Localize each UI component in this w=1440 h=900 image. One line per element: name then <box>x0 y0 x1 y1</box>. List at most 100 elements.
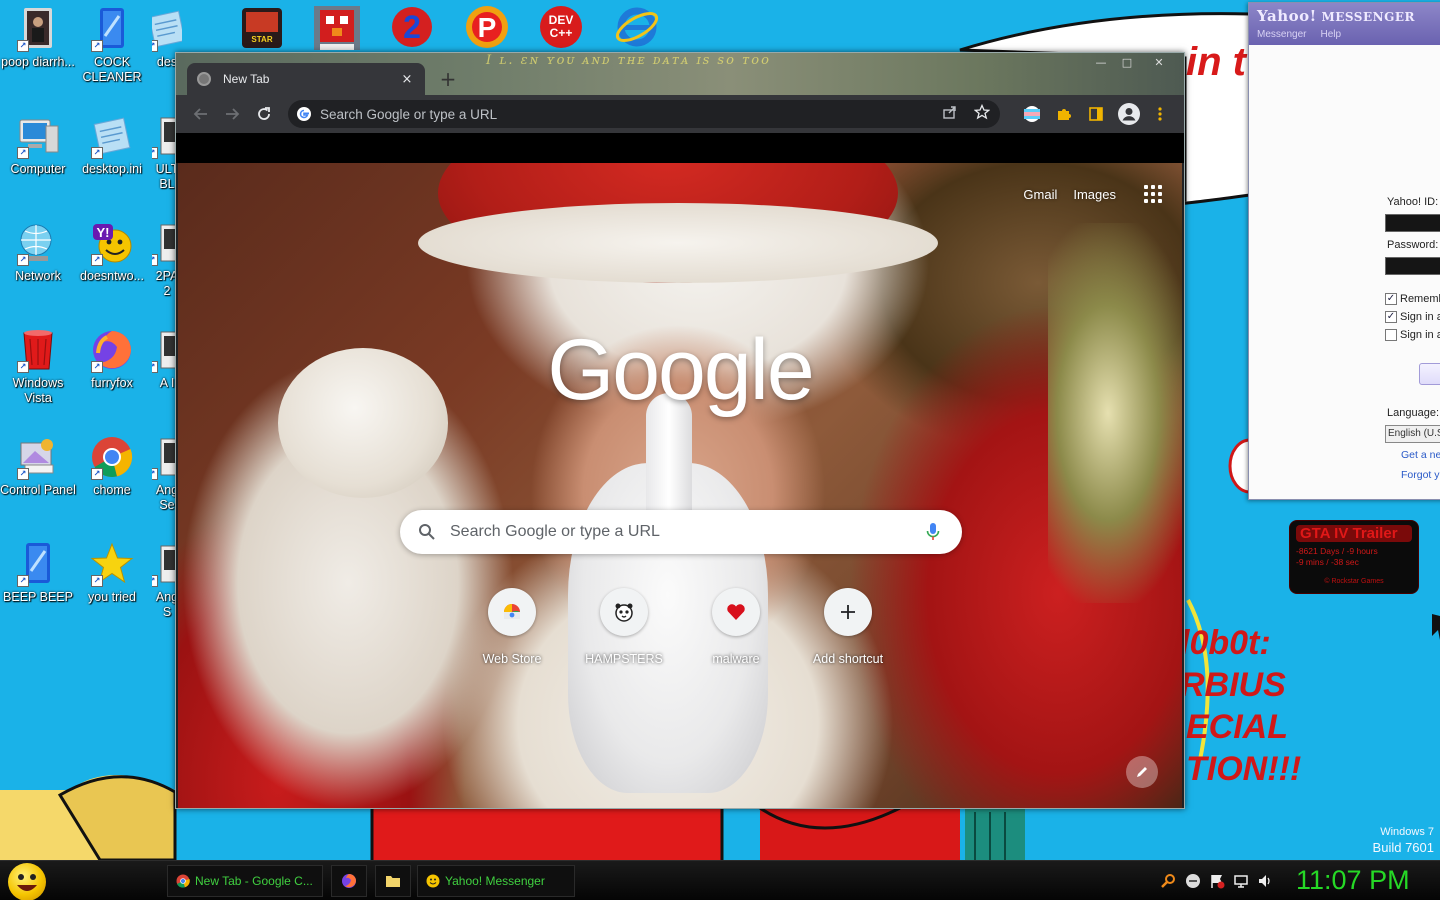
gmail-link[interactable]: Gmail <box>1023 187 1057 202</box>
forgot-password-link[interactable]: Forgot y <box>1401 469 1440 481</box>
desktop-icon[interactable]: ↗ you tried <box>74 541 150 605</box>
desktop-icon[interactable]: ↗ BEEP BEEP <box>0 541 76 605</box>
letter-p-icon[interactable]: P <box>464 4 510 50</box>
yahoo-menu-help[interactable]: Help <box>1320 29 1341 40</box>
yahoo-id-input[interactable] <box>1385 214 1440 232</box>
cleaner-icon: ↗ <box>15 541 61 587</box>
tray-action-center-flag-icon[interactable] <box>1209 873 1225 889</box>
close-button[interactable]: ✕ <box>1146 53 1172 71</box>
desktop-icon[interactable]: ↗ chome <box>74 434 150 498</box>
new-tab-page: Gmail Images Google Web Store <box>178 163 1182 808</box>
shortcut-arrow-icon: ↗ <box>91 254 103 266</box>
bookmark-star-icon[interactable] <box>973 103 994 124</box>
taskbar-item-explorer[interactable] <box>375 865 411 897</box>
chrome-title-bar[interactable]: I ʟ. ɛɴ ʏᴏᴜ ᴀɴᴅ ᴛʜᴇ ᴅᴀᴛᴀ ɪs sᴏ ᴛᴏᴏ New T… <box>176 53 1184 95</box>
images-link[interactable]: Images <box>1073 187 1116 202</box>
minimize-button[interactable]: — <box>1088 53 1114 71</box>
taskbar-clock[interactable]: 11:07 PM <box>1296 865 1410 896</box>
omnibox-input[interactable] <box>320 106 942 122</box>
ntp-search-input[interactable] <box>450 523 926 541</box>
shortcut-hampsters[interactable]: HAMPSTERS <box>568 588 680 666</box>
chrome-toolbar <box>176 95 1184 133</box>
plus-icon <box>824 588 872 636</box>
desktop-icon-label: chome <box>93 483 131 497</box>
reload-icon[interactable] <box>254 104 274 124</box>
elmo-icon[interactable] <box>312 4 362 50</box>
apps-grid-icon[interactable] <box>1144 185 1162 203</box>
gta-countdown-line-2: -9 mins / -38 sec <box>1296 557 1359 567</box>
new-tab-button[interactable]: + <box>438 67 458 91</box>
book-figure-icon: ↗ <box>15 6 61 52</box>
shortcut-arrow-icon: ↗ <box>152 468 158 480</box>
number-2-icon[interactable]: 2 <box>390 4 436 50</box>
shortcut-arrow-icon: ↗ <box>91 361 103 373</box>
chrome-window[interactable]: I ʟ. ɛɴ ʏᴏᴜ ᴀɴᴅ ᴛʜᴇ ᴅᴀᴛᴀ ɪs sᴏ ᴛᴏᴏ New T… <box>175 52 1185 809</box>
desktop-icon-label: you tried <box>88 590 136 604</box>
signin-auto-checkbox[interactable]: ✓ Sign in a <box>1385 311 1440 323</box>
desktop-icon[interactable]: ↗ Computer <box>0 113 76 177</box>
extension-flag-icon[interactable] <box>1022 104 1042 124</box>
get-new-id-link[interactable]: Get a ne <box>1401 449 1440 461</box>
windows-build-watermark: Windows 7 Build 7601 <box>1373 826 1434 855</box>
side-panel-icon[interactable] <box>1086 104 1106 124</box>
desktop-icon[interactable]: ↗ COCK CLEANER <box>74 6 150 85</box>
tray-search-icon[interactable] <box>1160 873 1176 889</box>
desktop-icon-label: Windows Vista <box>12 376 64 405</box>
dev-cpp-icon[interactable]: DEV C++ <box>538 4 584 50</box>
internet-explorer-icon[interactable] <box>614 4 660 50</box>
yahoo-menu-bar: Messenger Help <box>1257 29 1439 40</box>
watermark-line-1: Windows 7 <box>1380 826 1434 838</box>
yahoo-password-input[interactable] <box>1385 257 1440 275</box>
yahoo-menu-messenger[interactable]: Messenger <box>1257 29 1306 40</box>
taskbar-item-yahoo[interactable]: Yahoo! Messenger <box>417 865 575 897</box>
shortcut-web-store[interactable]: Web Store <box>456 588 568 666</box>
ntp-search-box[interactable] <box>400 510 962 554</box>
desktop-icon[interactable]: ↗ Control Panel <box>0 434 76 498</box>
back-icon[interactable] <box>191 104 211 124</box>
desktop-icon[interactable]: ↗ furryfox <box>74 327 150 391</box>
shortcut-arrow-icon: ↗ <box>91 147 103 159</box>
chrome-icon <box>176 874 190 888</box>
tray-volume-icon[interactable] <box>1257 873 1273 889</box>
desktop-icon-label: desktop.ini <box>82 162 142 176</box>
desktop-icon[interactable]: ↗ desktop.ini <box>74 113 150 177</box>
star-wars-icon[interactable]: STAR <box>240 4 286 50</box>
extensions-puzzle-icon[interactable] <box>1054 104 1074 124</box>
menu-kebab-icon[interactable] <box>1150 104 1170 124</box>
taskbar-item-chrome[interactable]: New Tab - Google C... <box>167 865 323 897</box>
remember-checkbox[interactable]: ✓Rememb <box>1385 293 1440 305</box>
signin-invisible-checkbox[interactable]: Sign in as <box>1385 329 1440 341</box>
shortcut-add[interactable]: Add shortcut <box>792 588 904 666</box>
svg-text:2: 2 <box>403 9 421 45</box>
yahoo-messenger-window[interactable]: Yahoo! MESSENGER Messenger Help Yahoo! I… <box>1248 2 1440 500</box>
share-icon[interactable] <box>942 104 962 124</box>
omnibox[interactable] <box>288 100 1000 128</box>
customize-pencil-icon[interactable] <box>1126 756 1158 788</box>
forward-icon[interactable] <box>222 104 242 124</box>
language-select[interactable]: English (U.S <box>1385 425 1440 443</box>
yahoo-smiley-icon <box>426 874 440 888</box>
desktop-icon-label: furryfox <box>91 376 133 390</box>
tab-close-icon[interactable]: × <box>399 72 415 87</box>
desktop-icon[interactable]: ↗ Windows Vista <box>0 327 76 406</box>
desktop-icon[interactable]: ↗ poop diarrh... <box>0 6 76 70</box>
desktop-icon-label: A I <box>159 376 175 390</box>
tray-messenger-icon[interactable] <box>1185 873 1201 889</box>
desktop-icon[interactable]: ↗ Network <box>0 220 76 284</box>
taskbar-item-firefox[interactable] <box>331 865 367 897</box>
gta-countdown-gadget[interactable]: GTA IV Trailer -8621 Days / -9 hours -9 … <box>1289 520 1419 594</box>
cleaner-icon: ↗ <box>89 6 135 52</box>
microphone-icon[interactable] <box>926 522 940 542</box>
desktop-icon[interactable]: Y! ↗ doesntwo... <box>74 220 150 284</box>
tray-network-icon[interactable] <box>1233 873 1249 889</box>
hamster-icon <box>600 588 648 636</box>
desktop-icon-label: doesntwo... <box>80 269 144 283</box>
shortcut-arrow-icon: ↗ <box>17 575 29 587</box>
yahoo-signin-button[interactable] <box>1419 363 1440 385</box>
start-button-smiley-icon[interactable] <box>8 863 46 900</box>
maximize-button[interactable]: □ <box>1114 53 1140 71</box>
shortcut-malware[interactable]: malware <box>680 588 792 666</box>
chrome-icon: ↗ <box>89 434 135 480</box>
profile-avatar-icon[interactable] <box>1117 102 1141 126</box>
tab-new-tab[interactable]: New Tab × <box>187 63 425 95</box>
